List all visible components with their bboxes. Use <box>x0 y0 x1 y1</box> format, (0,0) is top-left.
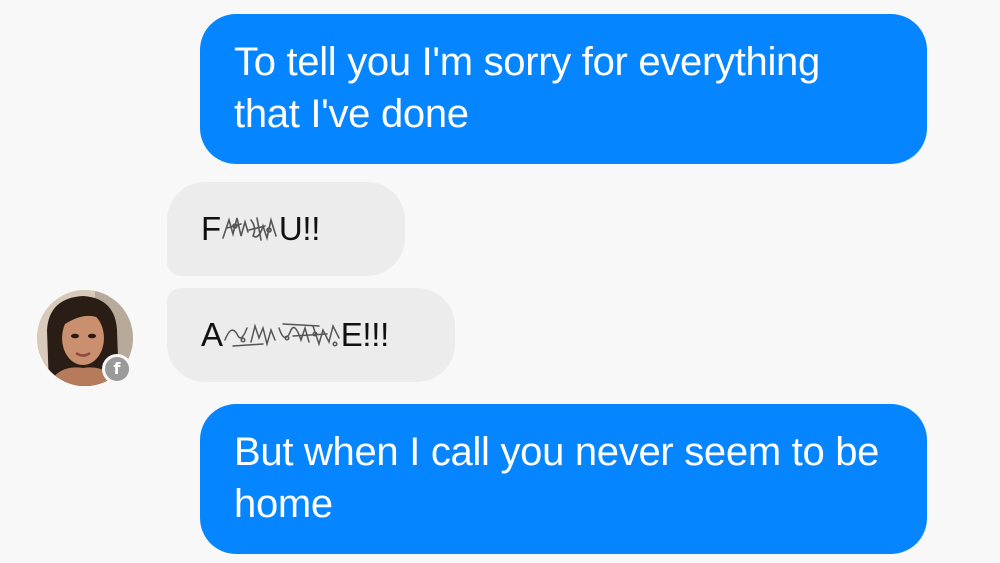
message-thread: To tell you I'm sorry for everything tha… <box>0 0 1000 563</box>
message-text-start: A <box>201 316 223 353</box>
received-message-bubble[interactable]: F U!! <box>167 182 405 276</box>
message-text-start: F <box>201 210 221 247</box>
received-message-bubble[interactable]: A E!!! <box>167 288 455 382</box>
facebook-icon: f <box>102 354 132 384</box>
message-text-end: E!!! <box>340 316 390 353</box>
sent-message-bubble[interactable]: But when I call you never seem to be hom… <box>200 404 927 554</box>
message-text: To tell you I'm sorry for everything tha… <box>234 40 820 136</box>
facebook-glyph: f <box>113 359 121 378</box>
censor-scribble <box>223 323 340 347</box>
sent-message-bubble[interactable]: To tell you I'm sorry for everything tha… <box>200 14 927 164</box>
censor-scribble <box>222 216 277 241</box>
message-text-end: U!! <box>278 210 321 247</box>
message-text: But when I call you never seem to be hom… <box>234 430 880 526</box>
